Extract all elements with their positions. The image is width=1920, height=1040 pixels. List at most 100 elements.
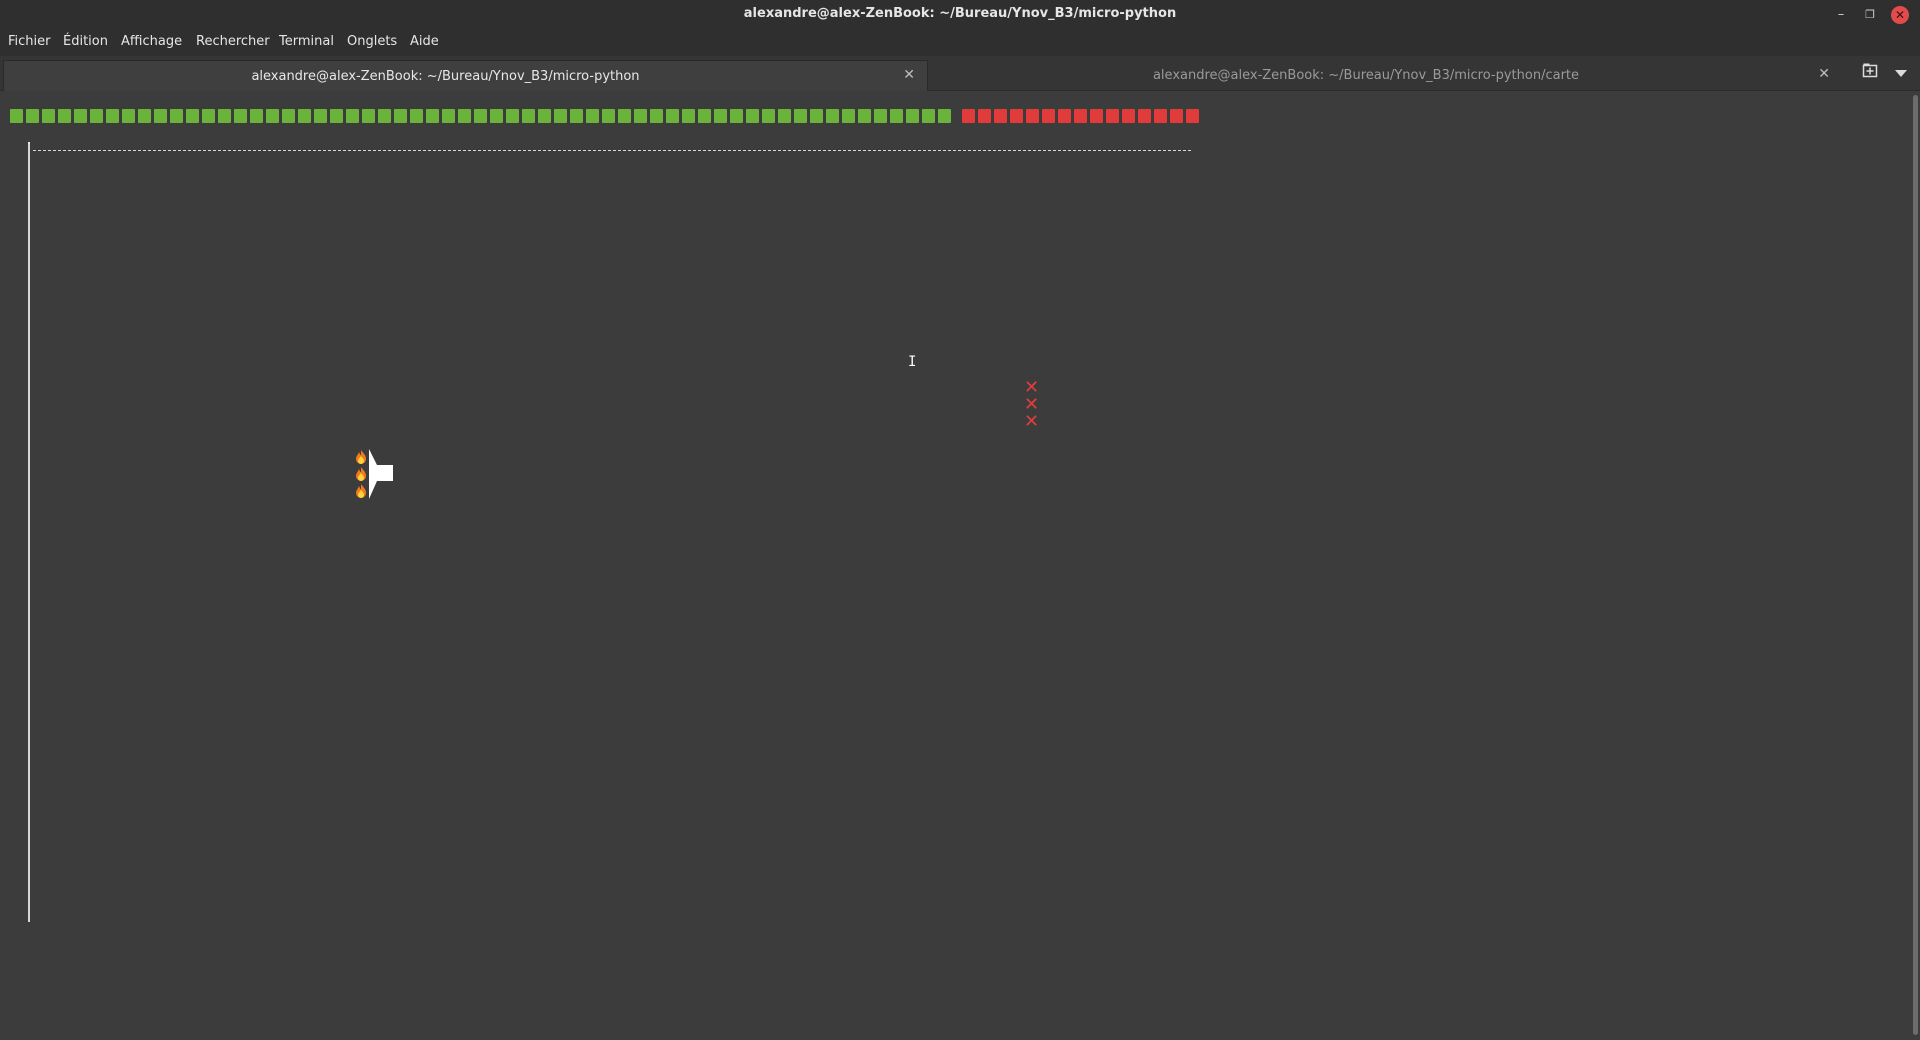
health-segment-green [106, 109, 119, 123]
enemy-marker: ✕ [1024, 411, 1040, 432]
health-segment-green [570, 109, 583, 123]
close-button[interactable]: ✕ [1891, 6, 1909, 24]
menu-rechercher[interactable]: Rechercher [196, 34, 270, 49]
health-segment-green [618, 109, 631, 123]
health-segment-green [538, 109, 551, 123]
menu-aide[interactable]: Aide [410, 34, 439, 49]
new-tab-icon[interactable] [1862, 62, 1878, 82]
health-segment-red [1154, 109, 1167, 123]
health-segment-green [682, 109, 695, 123]
health-segment-green [826, 109, 839, 123]
minimize-button[interactable]: – [1832, 6, 1850, 24]
menu-bar: Fichier Édition Affichage Rechercher Ter… [0, 29, 1920, 56]
health-segment-red [994, 109, 1007, 123]
health-segment-red [1138, 109, 1151, 123]
tab-close-icon[interactable]: ✕ [903, 67, 915, 83]
tab-micro-python[interactable]: alexandre@alex-ZenBook: ~/Bureau/Ynov_B3… [3, 60, 928, 91]
flame-icon [355, 466, 367, 481]
health-segment-green [362, 109, 375, 123]
health-segment-green [346, 109, 359, 123]
game-border-left [28, 144, 30, 922]
health-segment-green [938, 109, 951, 123]
health-segment-green [762, 109, 775, 123]
health-segment-red [1090, 109, 1103, 123]
health-segment-green [794, 109, 807, 123]
health-segment-green [426, 109, 439, 123]
window-title: alexandre@alex-ZenBook: ~/Bureau/Ynov_B3… [743, 6, 1177, 21]
health-segment-green [282, 109, 295, 123]
health-segment-green [874, 109, 887, 123]
health-segment-green [170, 109, 183, 123]
health-segment-green [186, 109, 199, 123]
health-segment-green [314, 109, 327, 123]
health-segment-green [90, 109, 103, 123]
health-segment-green [58, 109, 71, 123]
terminal-area[interactable] [0, 91, 1908, 1040]
health-segment-green [298, 109, 311, 123]
health-segment-red [1186, 109, 1199, 123]
health-segment-green [410, 109, 423, 123]
menu-fichier[interactable]: Fichier [8, 34, 51, 49]
health-segment-green [586, 109, 599, 123]
health-segment-green [858, 109, 871, 123]
health-segment-green [490, 109, 503, 123]
health-segment-green [522, 109, 535, 123]
health-segment-green [122, 109, 135, 123]
player-ship-icon [367, 449, 395, 503]
scrollbar[interactable] [1913, 95, 1918, 1035]
tab-carte[interactable]: alexandre@alex-ZenBook: ~/Bureau/Ynov_B3… [930, 60, 1842, 90]
health-segment-green [890, 109, 903, 123]
flame-icon [355, 483, 367, 498]
health-segment-green [266, 109, 279, 123]
health-segment-red [962, 109, 975, 123]
game-border-top [33, 150, 1191, 151]
health-segment-green [666, 109, 679, 123]
menu-edition[interactable]: Édition [63, 34, 108, 49]
tab-close-icon[interactable]: ✕ [1818, 66, 1830, 82]
health-segment-red [1058, 109, 1071, 123]
health-segment-green [714, 109, 727, 123]
health-segment-red [1170, 109, 1183, 123]
health-segment-red [1106, 109, 1119, 123]
menu-terminal[interactable]: Terminal [279, 34, 334, 49]
maximize-button[interactable]: ❐ [1861, 6, 1879, 24]
health-segment-green [554, 109, 567, 123]
health-segment-red [1122, 109, 1135, 123]
health-segment-green [602, 109, 615, 123]
health-segment-green [154, 109, 167, 123]
health-segment-green [250, 109, 263, 123]
health-segment-green [442, 109, 455, 123]
health-segment-green [778, 109, 791, 123]
menu-onglets[interactable]: Onglets [347, 34, 397, 49]
health-segment-green [218, 109, 231, 123]
tab-bar: alexandre@alex-ZenBook: ~/Bureau/Ynov_B3… [0, 56, 1920, 91]
health-segment-green [26, 109, 39, 123]
health-segment-green [458, 109, 471, 123]
tab-label: alexandre@alex-ZenBook: ~/Bureau/Ynov_B3… [1152, 68, 1580, 83]
chevron-down-icon[interactable] [1895, 66, 1907, 82]
health-segment-green [650, 109, 663, 123]
health-segment-red [978, 109, 991, 123]
health-segment-green [202, 109, 215, 123]
health-segment-red [1074, 109, 1087, 123]
health-segment-green [698, 109, 711, 123]
health-segment-green [10, 109, 23, 123]
health-segment-green [842, 109, 855, 123]
health-segment-red [1026, 109, 1039, 123]
health-segment-green [810, 109, 823, 123]
health-segment-green [42, 109, 55, 123]
health-segment-green [474, 109, 487, 123]
health-segment-green [394, 109, 407, 123]
menu-affichage[interactable]: Affichage [121, 34, 182, 49]
health-segment-green [74, 109, 87, 123]
health-segment-green [634, 109, 647, 123]
tab-label: alexandre@alex-ZenBook: ~/Bureau/Ynov_B3… [251, 69, 640, 84]
health-segment-green [922, 109, 935, 123]
health-segment-green [234, 109, 247, 123]
health-segment-red [1042, 109, 1055, 123]
flame-icon [355, 449, 367, 464]
text-cursor: I [908, 354, 917, 370]
health-segment-green [330, 109, 343, 123]
title-bar: alexandre@alex-ZenBook: ~/Bureau/Ynov_B3… [0, 0, 1920, 29]
health-segment-green [906, 109, 919, 123]
